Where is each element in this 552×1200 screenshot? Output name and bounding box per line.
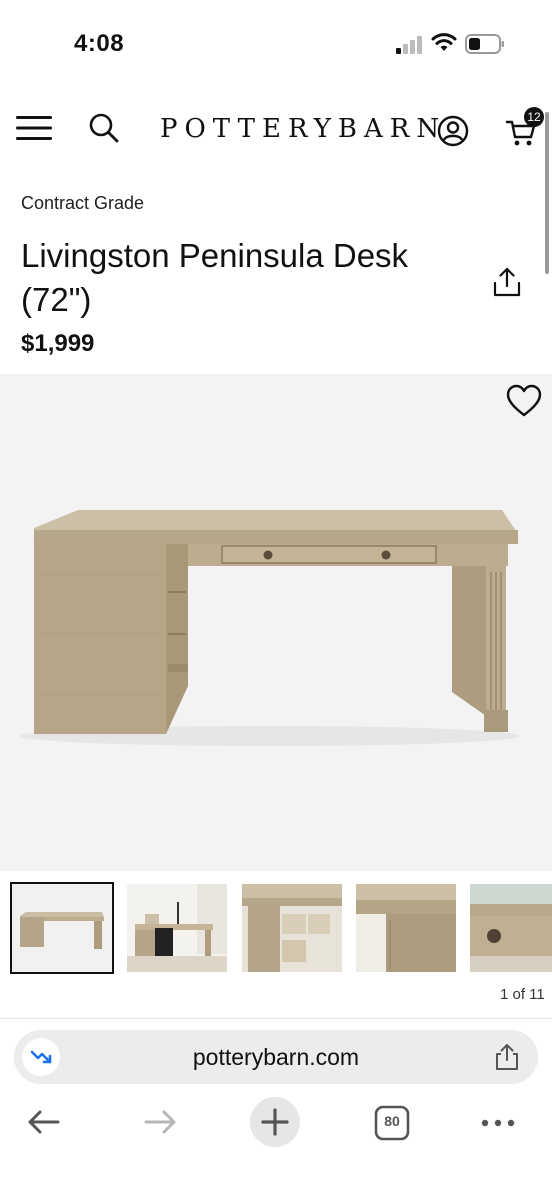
forward-arrow-icon[interactable]	[142, 1104, 178, 1140]
wifi-icon	[431, 33, 457, 51]
thumbnail-4-image	[356, 884, 456, 972]
thumbnail-1[interactable]	[10, 882, 114, 974]
thumbnail-5[interactable]	[470, 884, 552, 972]
thumbnail-strip[interactable]	[0, 880, 552, 976]
divider	[0, 1018, 552, 1019]
more-options-icon[interactable]	[480, 1108, 516, 1138]
menu-icon[interactable]	[16, 114, 52, 142]
status-time: 4:08	[74, 30, 125, 57]
back-arrow-icon[interactable]	[26, 1104, 62, 1140]
url-text[interactable]: potterybarn.com	[14, 1044, 538, 1071]
thumbnail-3[interactable]	[242, 884, 342, 972]
thumbnail-1-image	[12, 884, 112, 972]
new-tab-button[interactable]	[250, 1097, 300, 1147]
image-counter: 1 of 11	[500, 986, 545, 1003]
battery-icon	[465, 34, 504, 54]
product-title: Livingston Peninsula Desk (72")	[21, 237, 409, 318]
address-bar[interactable]: potterybarn.com	[14, 1030, 538, 1084]
desk-photo	[20, 510, 520, 746]
product-eyebrow: Contract Grade	[21, 193, 145, 213]
trend-down-arrow-icon	[30, 1050, 52, 1064]
thumbnail-2[interactable]	[127, 884, 227, 972]
pottery-barn-logo[interactable]: POTTERYBARN	[160, 114, 439, 144]
thumbnail-3-image	[242, 884, 342, 972]
thumbnail-2-image	[127, 884, 227, 972]
search-icon[interactable]	[88, 112, 120, 144]
thumbnail-4[interactable]	[356, 884, 456, 972]
tracking-trend-button[interactable]	[22, 1038, 60, 1076]
browser-share-icon[interactable]	[494, 1043, 520, 1071]
product-main-image[interactable]	[0, 374, 552, 871]
cart-count-badge: 12	[524, 107, 544, 127]
site-header: POTTERYBARN	[0, 100, 552, 160]
status-bar: 4:08	[0, 0, 552, 90]
tab-count: 80	[384, 1113, 400, 1129]
share-icon[interactable]	[492, 266, 522, 298]
plus-icon	[261, 1108, 289, 1136]
browser-toolbar: 80	[0, 1094, 552, 1154]
account-icon[interactable]	[437, 115, 469, 147]
favorite-heart-icon[interactable]	[506, 384, 542, 418]
product-price: $1,999	[21, 330, 95, 357]
cellular-signal-icon	[396, 36, 422, 54]
scroll-indicator	[545, 112, 549, 274]
thumbnail-5-image	[470, 884, 552, 972]
